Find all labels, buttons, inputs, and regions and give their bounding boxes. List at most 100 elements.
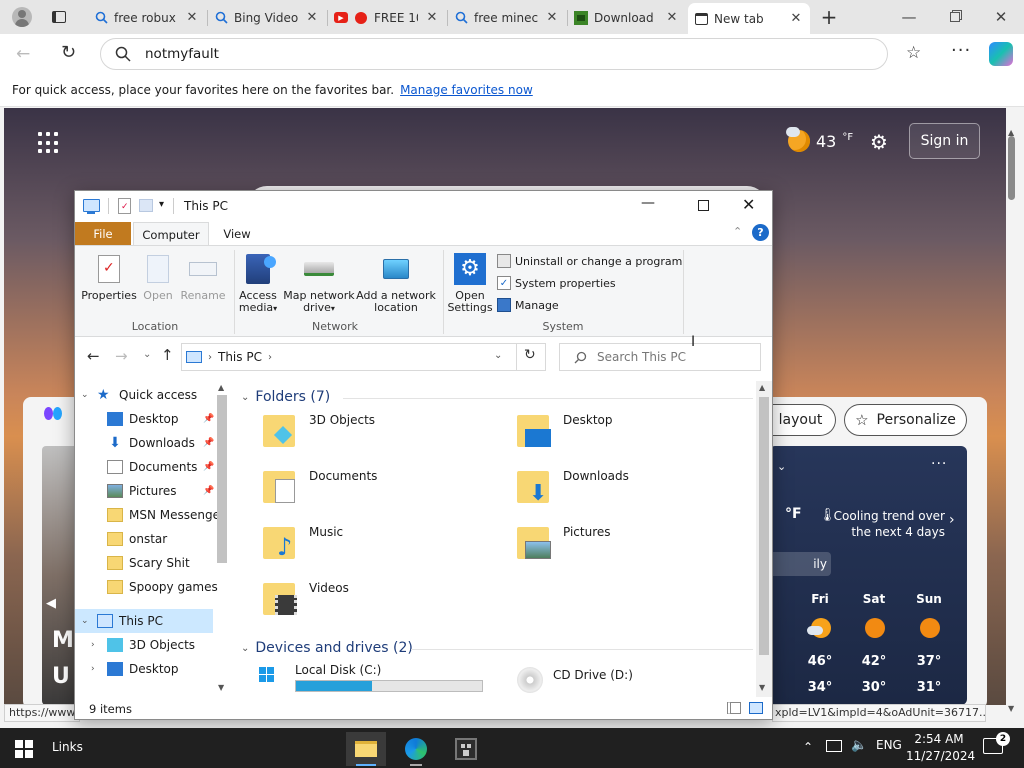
chevron-down-icon[interactable]: ⌄: [494, 350, 502, 361]
ribbon-tab-computer[interactable]: Computer: [133, 222, 209, 247]
nav-item-scary-shit[interactable]: Scary Shit: [75, 551, 231, 575]
address-bar[interactable]: notmyfault: [100, 38, 888, 70]
close-icon[interactable]: ✕: [544, 10, 560, 25]
rename-button[interactable]: Rename: [179, 252, 227, 302]
start-button[interactable]: [4, 732, 44, 766]
nav-this-pc[interactable]: ⌄ This PC: [75, 609, 213, 633]
recent-locations-icon[interactable]: ⌄: [143, 349, 151, 360]
tab-youtube[interactable]: ▶ FREE 10 ✕: [328, 4, 446, 31]
scrollbar-thumb[interactable]: [217, 395, 227, 563]
maximize-icon[interactable]: [698, 200, 709, 211]
show-hidden-icons-icon[interactable]: ⌃: [803, 740, 813, 754]
minecraft-taskbar-button[interactable]: [446, 732, 486, 766]
favorites-star-icon[interactable]: ☆: [906, 43, 921, 63]
devices-section-header[interactable]: ⌄ Devices and drives (2): [241, 640, 413, 656]
tab-free-robux[interactable]: free robux ✕: [88, 4, 206, 31]
folder-pictures[interactable]: Pictures: [515, 523, 611, 563]
close-icon[interactable]: ✕: [304, 10, 320, 25]
breadcrumb-this-pc[interactable]: This PC: [218, 350, 262, 364]
window-close-icon[interactable]: ✕: [978, 0, 1024, 34]
weather-forecast-card[interactable]: ⌄ ··· °F 🌡 Cooling trend over the next 4…: [769, 446, 967, 705]
help-icon[interactable]: ?: [752, 224, 769, 241]
chevron-down-icon[interactable]: ⌄: [241, 643, 249, 654]
refresh-icon[interactable]: ↻: [61, 42, 76, 63]
links-toolbar[interactable]: Links: [52, 740, 83, 754]
nav-item-pictures[interactable]: Pictures 📌: [75, 479, 231, 503]
minimize-icon[interactable]: —: [886, 0, 932, 34]
tab-bing-video[interactable]: Bing Video ✕: [208, 4, 326, 31]
page-scrollbar[interactable]: ▲ ▼: [1005, 126, 1017, 716]
map-network-drive-button[interactable]: Map network drive▾: [281, 252, 357, 315]
properties-button[interactable]: ✓ Properties: [81, 252, 137, 302]
chevron-down-icon[interactable]: ⌄: [81, 390, 97, 400]
chevron-right-icon[interactable]: ›: [91, 640, 107, 650]
forward-arrow-icon[interactable]: →: [115, 347, 128, 365]
chevron-down-icon[interactable]: ⌄: [777, 460, 786, 473]
collapse-ribbon-icon[interactable]: ⌃: [733, 225, 742, 238]
carousel-prev-icon[interactable]: ◀: [46, 596, 56, 611]
breadcrumb[interactable]: › This PC › ⌄ ↻: [181, 343, 546, 371]
nav-item-spoopy-games[interactable]: Spoopy games: [75, 575, 231, 599]
daily-tab[interactable]: ily: [769, 552, 831, 576]
folder-downloads[interactable]: ⬇ Downloads: [515, 467, 629, 507]
new-tab-plus-icon[interactable]: +: [818, 5, 840, 29]
close-icon[interactable]: ✕: [664, 10, 680, 25]
folder-desktop[interactable]: Desktop: [515, 411, 613, 451]
uninstall-program-button[interactable]: Uninstall or change a program: [497, 254, 682, 268]
folder-videos[interactable]: Videos: [261, 579, 349, 619]
manage-favorites-link[interactable]: Manage favorites now: [400, 83, 533, 97]
content-scrollbar[interactable]: ▲ ▼: [756, 381, 772, 697]
nav-item-onstar[interactable]: onstar: [75, 527, 231, 551]
scrollbar-thumb[interactable]: [759, 397, 769, 655]
properties-quick-icon[interactable]: ✓: [118, 198, 131, 214]
open-settings-button[interactable]: ⚙ Open Settings: [445, 252, 495, 314]
drive-cd-d[interactable]: CD Drive (D:): [515, 663, 633, 693]
access-media-button[interactable]: Access media▾: [235, 252, 281, 315]
edge-taskbar-button[interactable]: [396, 732, 436, 766]
folders-section-header[interactable]: ⌄ Folders (7): [241, 389, 330, 405]
more-menu-icon[interactable]: ···: [951, 40, 971, 61]
folder-documents[interactable]: Documents: [261, 467, 377, 507]
chevron-right-icon[interactable]: ›: [268, 352, 272, 363]
nav-item-msn-messenger[interactable]: MSN Messenger: [75, 503, 231, 527]
scrollbar-thumb[interactable]: [1008, 136, 1015, 200]
refresh-icon[interactable]: ↻: [524, 347, 536, 363]
more-options-icon[interactable]: ···: [931, 456, 947, 472]
customize-toolbar-icon[interactable]: ▾: [159, 199, 164, 210]
chevron-down-icon[interactable]: ⌄: [81, 616, 97, 626]
settings-gear-icon[interactable]: ⚙: [870, 130, 888, 154]
news-image-card[interactable]: ◀ M U: [42, 446, 75, 705]
close-icon[interactable]: ✕: [184, 10, 200, 25]
nav-pane-scrollbar[interactable]: ▲ ▼: [214, 381, 231, 697]
open-button[interactable]: Open: [137, 252, 179, 302]
language-indicator[interactable]: ENG: [876, 738, 902, 752]
copilot-icon[interactable]: [989, 42, 1013, 66]
search-this-pc-input[interactable]: Search This PC: [559, 343, 761, 371]
manage-button[interactable]: Manage: [497, 298, 559, 312]
sign-in-button[interactable]: Sign in: [909, 123, 980, 159]
back-arrow-icon[interactable]: ←: [87, 347, 100, 365]
notifications-icon[interactable]: 2: [983, 732, 1010, 754]
weather-widget[interactable]: 43 °F: [786, 127, 853, 152]
chevron-right-icon[interactable]: ›: [949, 512, 955, 528]
volume-icon[interactable]: 🔈: [851, 738, 867, 753]
ribbon-tab-view[interactable]: View: [215, 222, 259, 246]
back-arrow-icon[interactable]: ←: [16, 44, 30, 64]
nav-item-desktop[interactable]: Desktop 📌: [75, 407, 231, 431]
details-view-icon[interactable]: [727, 702, 741, 714]
clock[interactable]: 2:54 AM 11/27/2024: [906, 731, 975, 765]
close-icon[interactable]: ✕: [788, 11, 804, 26]
restore-icon[interactable]: [932, 0, 978, 34]
file-explorer-taskbar-button[interactable]: [346, 732, 386, 766]
nav-quick-access[interactable]: ⌄ ★ Quick access: [75, 383, 231, 407]
personalize-button[interactable]: ☆ Personalize: [844, 404, 967, 436]
drive-local-disk-c[interactable]: Local Disk (C:): [257, 663, 483, 693]
nav-item-downloads[interactable]: ⬇ Downloads 📌: [75, 431, 231, 455]
nav-item-documents[interactable]: Documents 📌: [75, 455, 231, 479]
large-icons-view-icon[interactable]: [749, 702, 763, 714]
close-icon[interactable]: ✕: [424, 10, 440, 25]
up-arrow-icon[interactable]: ↑: [161, 346, 174, 364]
chevron-down-icon[interactable]: ⌄: [241, 392, 249, 403]
close-icon[interactable]: ✕: [742, 195, 755, 214]
tab-actions-button[interactable]: [50, 8, 68, 26]
